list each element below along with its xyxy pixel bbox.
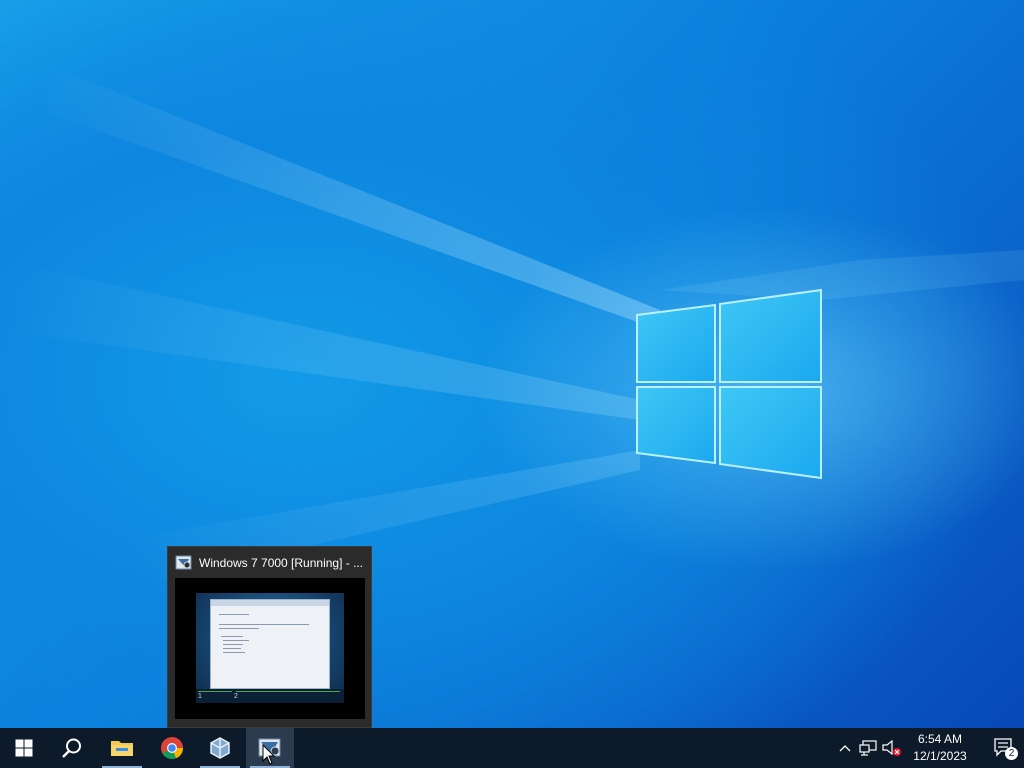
clock-time: 6:54 AM (917, 732, 963, 746)
vm-screen-preview: 1 2 (196, 593, 344, 703)
thumbnail-title-bar[interactable]: Windows 7 7000 [Running] - ... (168, 547, 371, 577)
vm-setup-window-preview (210, 599, 330, 689)
search-icon (62, 738, 81, 758)
search-button[interactable] (48, 728, 96, 768)
file-explorer-icon (111, 741, 133, 756)
taskbar-thumbnail-preview[interactable]: Windows 7 7000 [Running] - ... 1 2 (167, 546, 372, 728)
virtualbox-vm-icon (175, 555, 192, 570)
show-hidden-icons-button[interactable] (834, 728, 856, 768)
thumbnail-title: Windows 7 7000 [Running] - ... (199, 556, 364, 570)
file-explorer-button[interactable] (98, 728, 146, 768)
taskbar: 6:54 AM 12/1/2023 2 (0, 728, 1024, 768)
clock[interactable]: 6:54 AM 12/1/2023 (908, 728, 972, 768)
desktop[interactable] (0, 0, 1024, 728)
chrome-button[interactable] (148, 728, 196, 768)
network-icon (859, 740, 877, 756)
thumbnail-window-preview[interactable]: 1 2 (175, 578, 365, 719)
action-center-button[interactable]: 2 (984, 728, 1024, 768)
wallpaper-light-beams (0, 70, 1024, 580)
virtualbox-icon (210, 737, 230, 759)
volume-muted-icon (882, 739, 901, 756)
chrome-icon (161, 737, 184, 760)
vm-step-two: 2 (234, 693, 238, 700)
vm-taskbar-preview: 1 2 (196, 689, 344, 703)
vm-step-one: 1 (198, 693, 202, 700)
windows-start-icon (15, 739, 33, 757)
virtualbox-button[interactable] (196, 728, 244, 768)
clock-date: 12/1/2023 (913, 749, 967, 763)
chevron-up-icon (839, 745, 851, 752)
volume-button[interactable] (880, 728, 904, 768)
windows-wallpaper-logo (636, 288, 822, 480)
start-button[interactable] (0, 728, 48, 768)
network-button[interactable] (856, 728, 880, 768)
notification-count-badge: 2 (1005, 747, 1018, 760)
system-tray: 6:54 AM 12/1/2023 2 (834, 728, 1024, 768)
mouse-cursor (262, 744, 276, 765)
